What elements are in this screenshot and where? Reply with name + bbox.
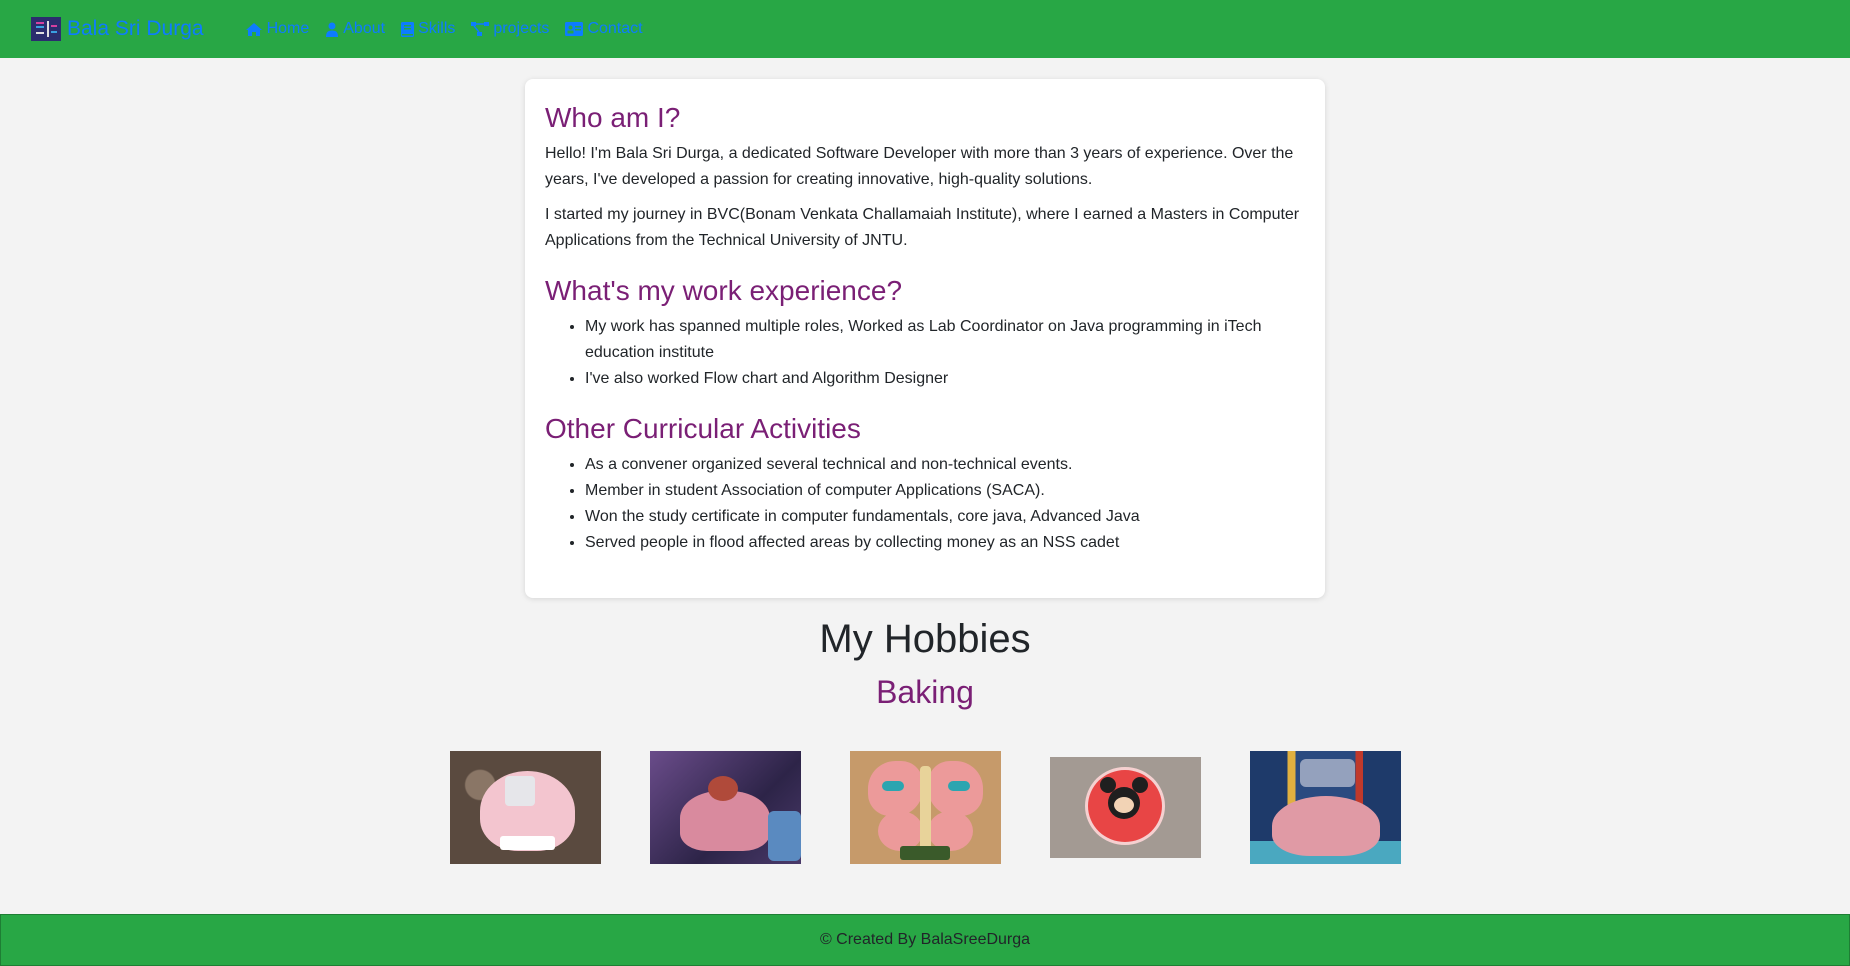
cake-photo-3 (850, 751, 1001, 864)
who-am-i-heading: Who am I? (545, 102, 681, 133)
nav-item-home[interactable]: Home (245, 20, 310, 38)
work-experience-list: My work has spanned multiple roles, Work… (585, 314, 1305, 392)
footer: © Created By BalaSreeDurga (0, 914, 1850, 966)
project-diagram-icon (471, 22, 490, 36)
nav-item-label: About (343, 20, 386, 37)
who-paragraph-1: Hello! I'm Bala Sri Durga, a dedicated S… (545, 145, 1294, 188)
cake-photo-4 (1050, 757, 1201, 858)
nav-item-label: Home (266, 20, 310, 37)
nav-item-contact[interactable]: Contact (565, 20, 643, 38)
nav-item-about[interactable]: About (325, 20, 385, 38)
brand-link[interactable]: Bala Sri Durga (31, 17, 204, 41)
nav-item-label: projects (493, 20, 550, 37)
about-card: Who am I? Hello! I'm Bala Sri Durga, a d… (525, 79, 1325, 598)
work-experience-heading: What's my work experience? (545, 275, 903, 306)
list-item: As a convener organized several technica… (585, 452, 1305, 478)
brand-name: Bala Sri Durga (67, 17, 204, 40)
home-icon (245, 22, 262, 36)
activities-heading: Other Curricular Activities (545, 413, 861, 444)
cake-photo-5 (1250, 751, 1401, 864)
navbar: Bala Sri Durga Home About Skills project… (0, 0, 1850, 58)
nav-item-projects[interactable]: projects (471, 20, 549, 38)
cake-photo-2 (650, 751, 801, 864)
user-icon (326, 22, 339, 37)
address-card-icon (565, 22, 584, 36)
list-item: My work has spanned multiple roles, Work… (585, 314, 1305, 366)
who-paragraph-2: I started my journey in BVC(Bonam Venkat… (545, 206, 1300, 249)
hobbies-title: My Hobbies (819, 617, 1031, 661)
list-item: Member in student Association of compute… (585, 478, 1305, 504)
nav-item-label: Contact (587, 20, 643, 37)
cake-photo-1 (450, 751, 601, 864)
book-icon (401, 21, 415, 37)
list-item: I've also worked Flow chart and Algorith… (585, 366, 1305, 392)
list-item: Served people in flood affected areas by… (585, 530, 1305, 556)
hobby-subtitle: Baking (876, 674, 974, 710)
brand-logo-icon (31, 17, 61, 41)
list-item: Won the study certificate in computer fu… (585, 504, 1305, 530)
nav-item-label: Skills (418, 20, 456, 37)
nav-item-skills[interactable]: Skills (401, 20, 455, 38)
footer-text: © Created By BalaSreeDurga (819, 931, 1031, 948)
activities-list: As a convener organized several technica… (585, 452, 1305, 556)
